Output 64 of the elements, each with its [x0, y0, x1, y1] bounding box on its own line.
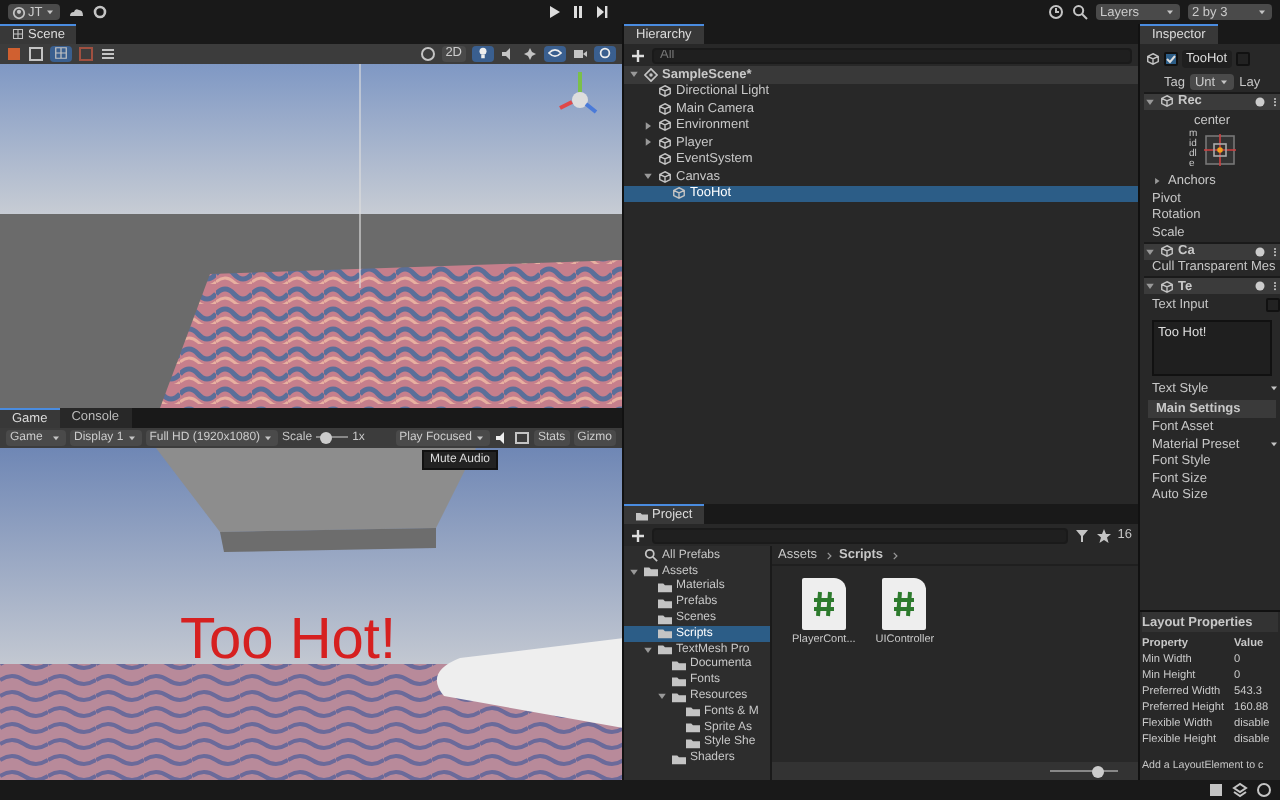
help-icon[interactable]: [1254, 95, 1266, 107]
chevron-icon: [889, 549, 900, 561]
caret-icon: [1268, 382, 1280, 395]
anchor-preset-icon[interactable]: [1203, 133, 1235, 165]
gameobject-icon: [1146, 52, 1160, 66]
camera-icon[interactable]: [572, 45, 588, 62]
audio-icon[interactable]: [500, 45, 516, 62]
increment-icon[interactable]: [100, 45, 116, 62]
add-icon[interactable]: [630, 527, 646, 543]
search-icon[interactable]: [1072, 4, 1089, 20]
window-icon[interactable]: [513, 429, 530, 446]
expanded-arrow-icon[interactable]: [642, 170, 654, 183]
caret-icon: [1164, 6, 1177, 18]
step-icon[interactable]: [594, 4, 611, 20]
help-icon[interactable]: [1254, 280, 1266, 292]
help-icon[interactable]: [1254, 245, 1266, 257]
caret-icon: [44, 6, 57, 18]
chevron-icon: [823, 549, 834, 561]
expanded-arrow-icon[interactable]: [1144, 95, 1156, 107]
zoom-slider[interactable]: [1050, 765, 1118, 777]
history-icon[interactable]: [1048, 4, 1065, 20]
caret-icon: [50, 431, 62, 444]
snap-button[interactable]: [50, 45, 72, 62]
expanded-arrow-icon[interactable]: [656, 690, 668, 703]
eye-icon: [548, 46, 562, 61]
expanded-arrow-icon[interactable]: [628, 565, 640, 578]
cloud-icon[interactable]: [68, 4, 85, 20]
layers-icon[interactable]: [1232, 782, 1248, 798]
lighting-button[interactable]: [472, 45, 494, 62]
caret-icon: [1268, 438, 1280, 451]
gizmos-button[interactable]: [594, 45, 616, 62]
search-field[interactable]: [652, 527, 1068, 543]
pause-icon[interactable]: [570, 4, 587, 20]
script-file-icon[interactable]: [882, 578, 927, 630]
shading-mode-icon[interactable]: [419, 45, 436, 62]
play-icon[interactable]: [546, 4, 563, 20]
light-bulb-icon: [476, 46, 490, 61]
search-icon: [644, 548, 658, 563]
snap-icon: [54, 46, 68, 61]
caret-icon: [1256, 6, 1269, 18]
game-overlay-text: Too Hot!: [180, 608, 396, 674]
unity-logo-icon: [644, 67, 658, 82]
expanded-arrow-icon[interactable]: [628, 68, 640, 81]
component-icon: [1160, 244, 1174, 258]
expanded-arrow-icon[interactable]: [642, 643, 654, 656]
debug-icon[interactable]: [1256, 782, 1272, 798]
expanded-arrow-icon[interactable]: [1144, 245, 1156, 257]
user-icon: [12, 5, 26, 19]
component-icon: [1160, 94, 1174, 108]
collapsed-arrow-icon: [1152, 176, 1162, 187]
scale-slider[interactable]: [316, 431, 349, 444]
view-options-icon[interactable]: [28, 45, 44, 62]
star-icon[interactable]: [1095, 527, 1112, 543]
grid-icon: [12, 28, 24, 41]
settings-icon[interactable]: [92, 4, 109, 20]
add-icon[interactable]: [630, 47, 646, 63]
script-file-icon[interactable]: [801, 578, 846, 630]
effects-icon[interactable]: [522, 45, 538, 62]
active-checkbox[interactable]: [1164, 52, 1178, 66]
component-icon: [1160, 279, 1174, 293]
expanded-arrow-icon[interactable]: [1144, 280, 1156, 292]
console-icon[interactable]: [1208, 782, 1224, 798]
hidden-objects-button[interactable]: [544, 45, 566, 62]
gizmo-icon: [598, 46, 612, 61]
